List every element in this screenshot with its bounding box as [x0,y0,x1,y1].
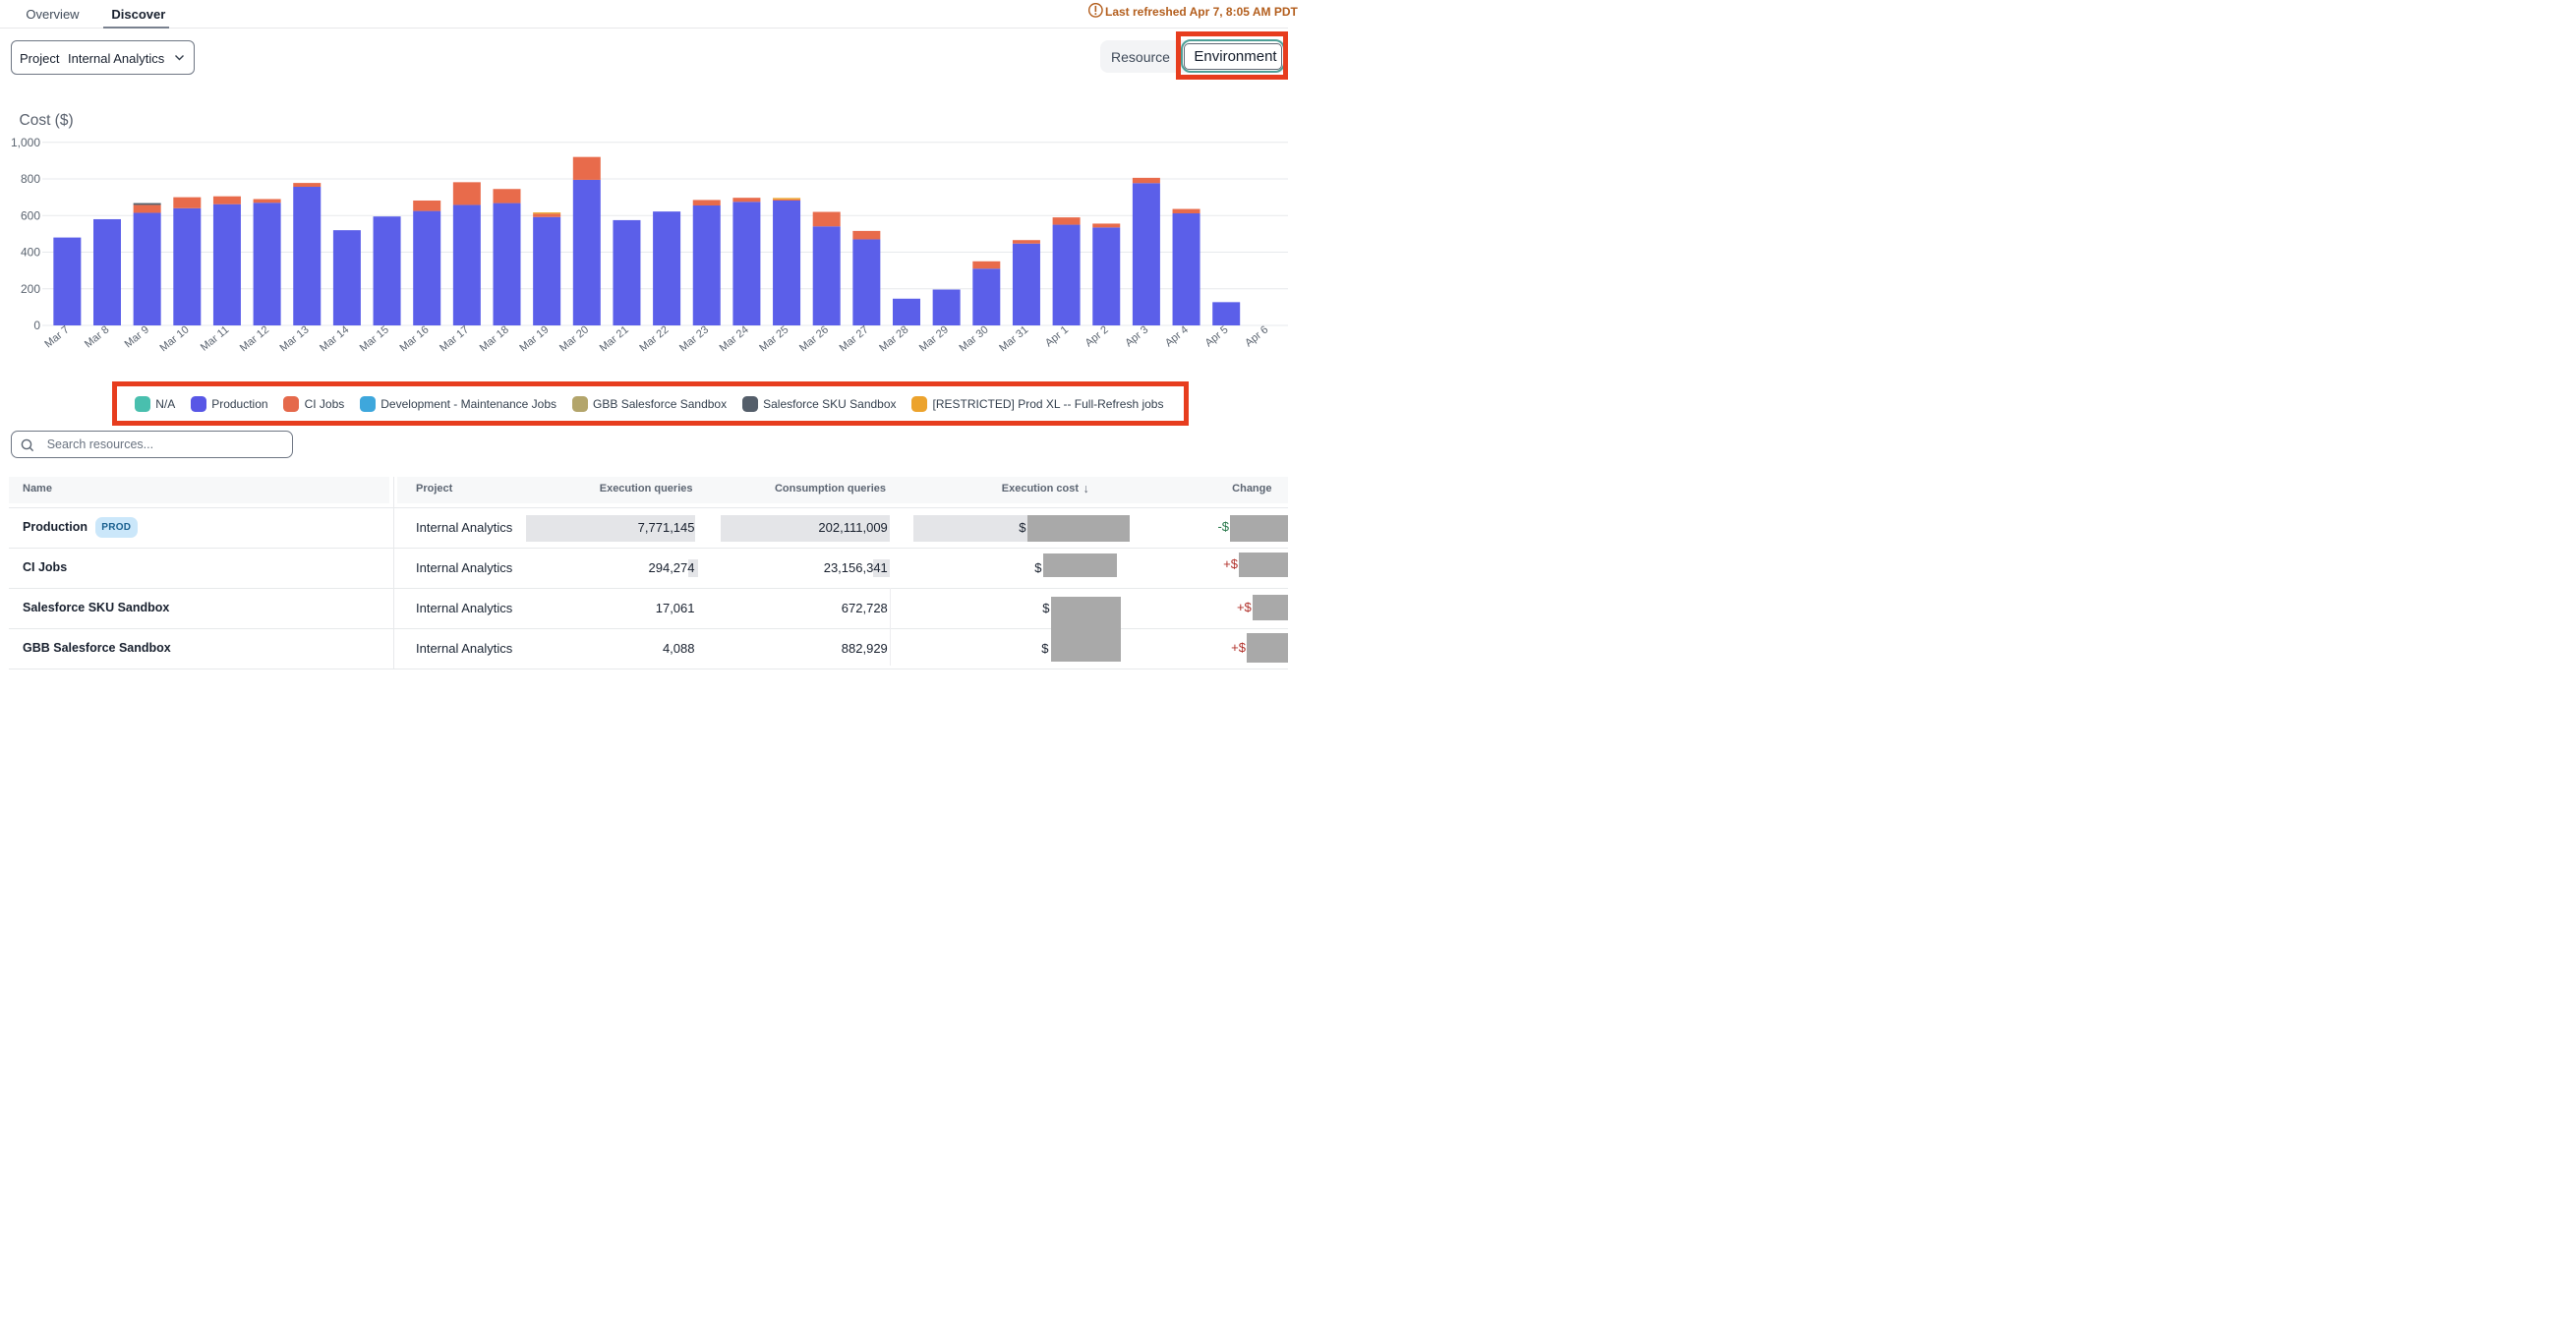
svg-text:Apr 6: Apr 6 [1243,323,1270,349]
svg-text:Mar 13: Mar 13 [277,323,311,354]
svg-text:Mar 20: Mar 20 [557,323,591,354]
svg-text:600: 600 [21,208,40,222]
svg-text:Apr 1: Apr 1 [1043,323,1071,349]
svg-text:1,000: 1,000 [11,136,40,149]
svg-text:200: 200 [21,282,40,296]
svg-text:Mar 22: Mar 22 [637,323,671,354]
svg-text:Mar 25: Mar 25 [757,323,790,354]
svg-text:Mar 8: Mar 8 [83,323,111,350]
svg-text:Mar 19: Mar 19 [517,323,551,354]
svg-text:Mar 21: Mar 21 [598,323,631,354]
svg-text:Mar 9: Mar 9 [123,323,151,350]
svg-text:Mar 12: Mar 12 [238,323,271,354]
svg-text:Mar 29: Mar 29 [917,323,951,354]
svg-text:Mar 18: Mar 18 [478,323,511,354]
svg-text:Mar 10: Mar 10 [158,323,192,354]
svg-text:0: 0 [33,319,40,332]
svg-text:Apr 2: Apr 2 [1083,323,1111,349]
svg-text:Mar 14: Mar 14 [318,323,351,354]
svg-text:Apr 5: Apr 5 [1203,323,1231,349]
svg-text:Mar 27: Mar 27 [838,323,871,354]
svg-text:Mar 15: Mar 15 [358,323,391,354]
svg-text:Apr 3: Apr 3 [1123,323,1150,349]
svg-text:400: 400 [21,246,40,260]
svg-text:Mar 26: Mar 26 [797,323,831,354]
svg-text:Mar 28: Mar 28 [877,323,910,354]
svg-text:Mar 23: Mar 23 [677,323,711,354]
svg-text:Apr 4: Apr 4 [1163,323,1191,349]
svg-text:Mar 17: Mar 17 [438,323,471,354]
svg-text:Mar 16: Mar 16 [397,323,431,354]
svg-text:Mar 24: Mar 24 [718,323,751,354]
svg-text:Mar 31: Mar 31 [997,323,1030,354]
svg-text:Mar 30: Mar 30 [958,323,991,354]
svg-text:800: 800 [21,172,40,186]
svg-text:Mar 7: Mar 7 [42,323,71,350]
svg-text:Mar 11: Mar 11 [199,323,232,353]
